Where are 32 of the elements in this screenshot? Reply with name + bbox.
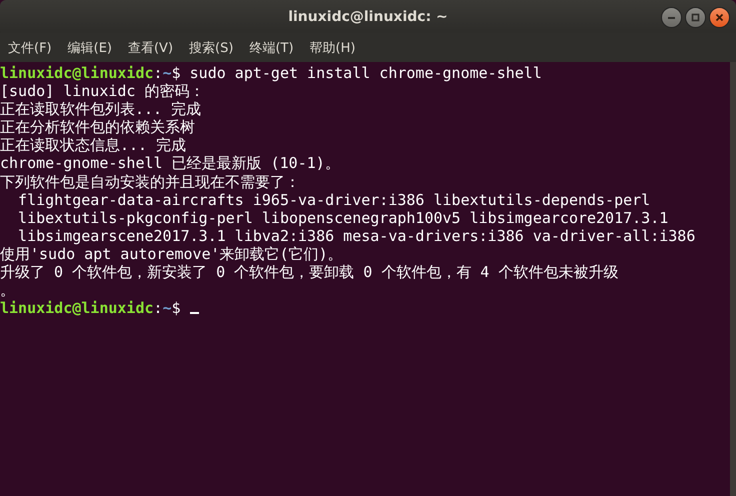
menu-item[interactable]: 查看(V)	[120, 38, 182, 56]
output-line: libsimgearscene2017.3.1 libva2:i386 mesa-va-drivers:i386 va-driver-all:i386	[17, 226, 696, 245]
command-text: $ sudo apt-get install chrome-gnome-shell	[172, 64, 542, 82]
output-line: 正在读取状态信息... 完成	[0, 136, 186, 154]
output-line: chrome-gnome-shell 已经是最新版 (10-1)。	[0, 154, 340, 173]
close-icon	[715, 13, 724, 22]
prompt-path: ~	[162, 299, 172, 318]
output-line: flightgear-data-aircrafts i965-va-driver:i386 libextutils-depends-perl	[17, 190, 650, 209]
output-line: 。	[0, 281, 15, 300]
menu-item[interactable]: 搜索(S)	[181, 38, 242, 56]
prompt-colon: :	[154, 64, 163, 82]
menu-item[interactable]: 帮助(H)	[302, 38, 364, 56]
output-line: 使用'sudo apt autoremove'来卸载它(它们)。	[0, 244, 343, 264]
window-title: linuxidc@linuxidc: ~	[288, 8, 448, 24]
maximize-button[interactable]	[685, 7, 706, 28]
close-button[interactable]	[709, 7, 730, 28]
prompt-user-host: linuxidc@linuxidc	[0, 64, 154, 82]
menu-item[interactable]: 文件(F)	[0, 38, 60, 56]
menu-item[interactable]: 终端(T)	[241, 38, 302, 56]
output-line: 下列软件包是自动安装的并且现在不需要了：	[0, 172, 300, 191]
prompt-path: ~	[162, 64, 172, 82]
menu-item[interactable]: 编辑(E)	[60, 38, 120, 56]
minimize-button[interactable]	[661, 7, 682, 28]
prompt-user-host: linuxidc@linuxidc	[0, 299, 154, 318]
output-line: 正在读取软件包列表... 完成	[0, 100, 202, 118]
output-line: 升级了 0 个软件包，新安装了 0 个软件包，要卸载 0 个软件包，有 4 个软件包未被升级	[0, 263, 618, 282]
maximize-icon	[691, 13, 700, 22]
output-line: 正在分析软件包的依赖关系树	[0, 118, 195, 136]
command-text: $	[172, 299, 182, 318]
output-line: [sudo] linuxidc 的密码：	[0, 82, 204, 100]
output-line: libextutils-pkgconfig-perl libopenscenegraph100v5 libsimgearcore2017.3.1	[17, 208, 668, 227]
prompt-colon: :	[154, 299, 163, 318]
